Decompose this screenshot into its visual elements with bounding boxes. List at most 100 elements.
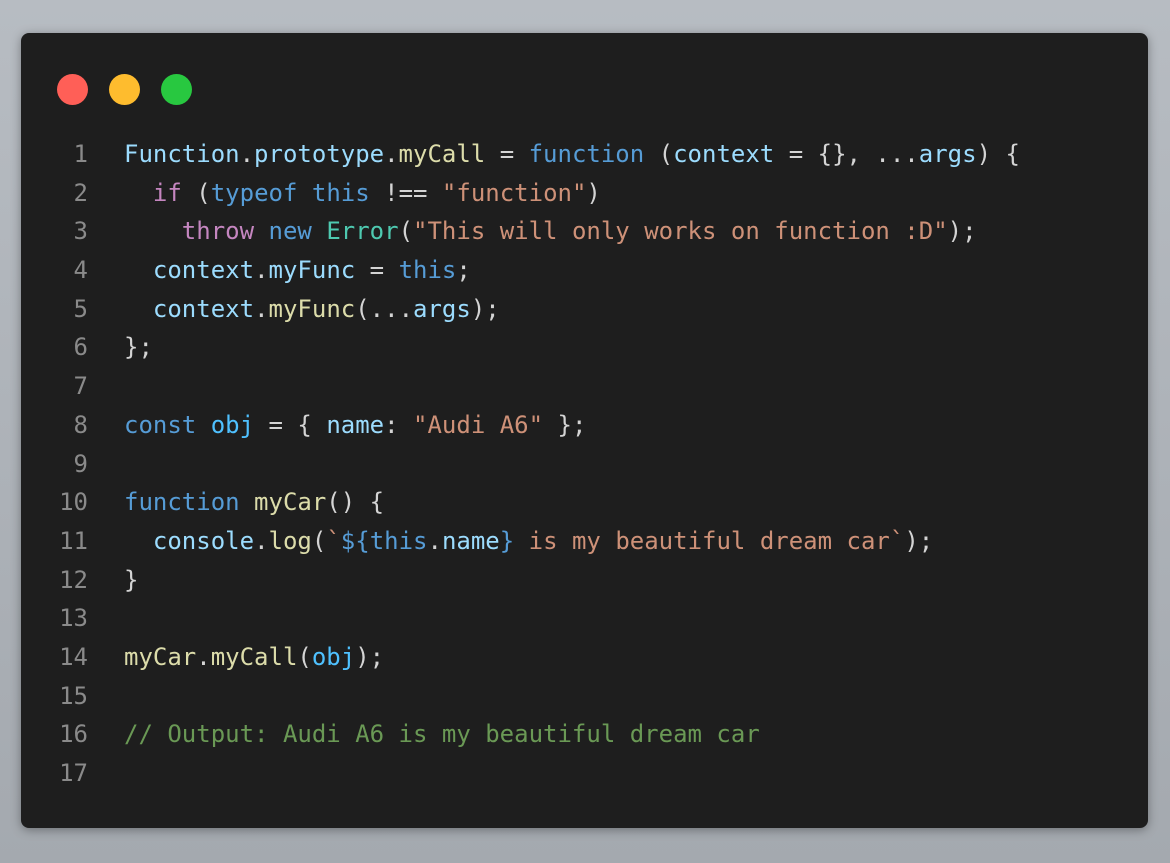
code-token: myCar	[254, 488, 327, 517]
code-token: );	[470, 294, 500, 323]
code-line: 7	[21, 367, 1148, 406]
code-token: };	[124, 333, 153, 362]
line-number: 14	[59, 642, 88, 671]
code-editor: 1 Function.prototype.myCall = function (c…	[21, 135, 1148, 793]
code-token: prototype	[254, 140, 385, 168]
code-window: 1 Function.prototype.myCall = function (c…	[21, 33, 1148, 828]
code-token: function	[528, 140, 645, 168]
code-token: Function	[124, 140, 240, 168]
line-code: const obj = { name: "Audi A6" };	[124, 406, 586, 445]
code-token: context	[152, 294, 255, 323]
maximize-button[interactable]	[161, 74, 192, 105]
code-line: 14 myCar.myCall(obj);	[21, 638, 1148, 677]
code-token: = {	[254, 410, 327, 439]
code-token: () {	[326, 488, 385, 517]
code-token: (...	[355, 294, 414, 323]
code-token: :	[384, 410, 414, 439]
code-line: 10 function myCar() {	[21, 483, 1148, 522]
code-token: .	[254, 256, 269, 285]
code-token: args	[918, 140, 977, 168]
line-number: 3	[73, 217, 88, 246]
code-token: }	[124, 565, 139, 594]
line-number: 4	[73, 256, 88, 285]
line-code: };	[124, 328, 153, 367]
line-code: Function.prototype.myCall = function (co…	[124, 135, 1020, 174]
code-line: 8 const obj = { name: "Audi A6" };	[21, 406, 1148, 445]
code-token: const	[124, 410, 197, 439]
line-code: throw new Error("This will only works on…	[124, 212, 977, 251]
code-token: .	[239, 140, 255, 168]
code-line: 11 console.log(`${this.name} is my beaut…	[21, 522, 1148, 561]
code-token: "Audi A6"	[413, 410, 544, 439]
code-token: name	[326, 410, 385, 439]
code-token: // Output: Audi A6 is my beautiful dream…	[124, 720, 760, 749]
code-token: "This will only works on function :D"	[413, 217, 948, 246]
code-token: name	[441, 526, 500, 555]
line-code: function myCar() {	[124, 483, 384, 522]
code-token: myCall	[210, 642, 298, 671]
line-code: context.myFunc = this;	[124, 251, 471, 290]
code-token: typeof	[210, 178, 298, 207]
code-token: this	[369, 526, 428, 555]
code-line: 1 Function.prototype.myCall = function (c…	[21, 135, 1148, 174]
code-token: if	[152, 178, 182, 207]
line-number: 17	[59, 759, 88, 787]
code-token: this	[398, 256, 457, 285]
code-token: throw	[181, 217, 255, 246]
code-token: (	[398, 217, 414, 246]
line-number: 8	[73, 410, 88, 439]
close-button[interactable]	[57, 74, 88, 105]
line-code: myCar.myCall(obj);	[124, 638, 384, 677]
code-token: );	[947, 217, 977, 246]
line-code: // Output: Audi A6 is my beautiful dream…	[124, 715, 760, 754]
code-token: ) {	[976, 140, 1020, 168]
code-token: function	[124, 488, 240, 517]
line-code: console.log(`${this.name} is my beautifu…	[124, 522, 933, 561]
code-token: =	[355, 256, 399, 285]
code-line: 6};	[21, 328, 1148, 367]
code-token: context	[673, 140, 775, 168]
code-token: .	[196, 642, 211, 671]
line-number: 13	[59, 604, 88, 633]
minimize-button[interactable]	[109, 74, 140, 105]
code-line: 9	[21, 445, 1148, 484]
code-token: args	[413, 294, 471, 323]
line-number: 1	[73, 140, 88, 168]
code-token: .	[254, 526, 269, 555]
line-number: 15	[59, 681, 88, 710]
code-token: !==	[369, 178, 442, 207]
code-token: (	[297, 642, 312, 671]
code-line: 13	[21, 599, 1148, 638]
code-token: (	[644, 140, 674, 168]
line-code: }	[124, 561, 138, 600]
code-token: obj	[311, 642, 356, 671]
code-token: log	[268, 526, 312, 555]
code-token: (	[181, 178, 211, 207]
line-number: 6	[73, 333, 88, 362]
code-token: myFunc	[268, 256, 356, 285]
code-token: );	[355, 642, 385, 671]
code-line: 4 context.myFunc = this;	[21, 251, 1148, 290]
line-number: 12	[59, 565, 88, 594]
window-controls	[57, 74, 192, 105]
code-token: = {}, ...	[774, 140, 919, 168]
code-token: this	[311, 178, 370, 207]
code-token: myFunc	[268, 294, 356, 323]
code-token: ;	[456, 256, 471, 285]
code-token: ${	[340, 526, 370, 555]
code-token: console	[152, 526, 255, 555]
code-token: }	[499, 526, 515, 555]
line-number: 16	[59, 720, 88, 749]
line-number: 9	[73, 449, 88, 478]
line-number: 10	[59, 488, 88, 517]
code-line: 3 throw new Error("This will only works …	[21, 212, 1148, 251]
code-token: };	[543, 410, 587, 439]
code-token: new	[268, 217, 312, 246]
line-number: 11	[59, 526, 88, 555]
